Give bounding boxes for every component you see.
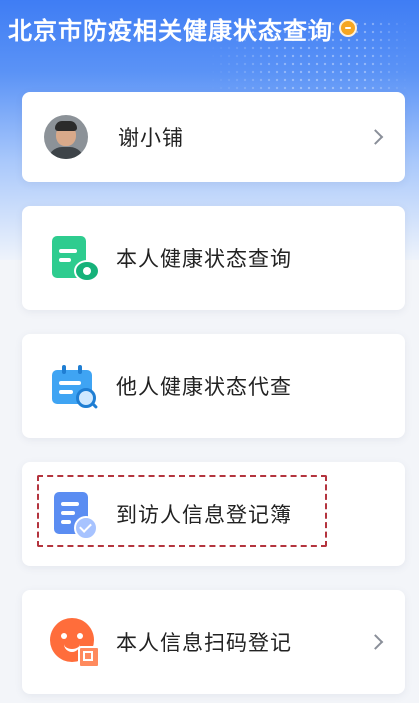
self-health-query-card[interactable]: 本人健康状态查询 [22,206,405,310]
title-bar: 北京市防疫相关健康状态查询 [8,10,411,46]
self-health-query-label: 本人健康状态查询 [116,247,292,271]
scan-register-label: 本人信息扫码登记 [116,631,292,655]
highlight-box [37,475,327,547]
proxy-health-query-label: 他人健康状态代查 [116,375,292,399]
proxy-health-query-card[interactable]: 他人健康状态代查 [22,334,405,438]
user-name: 谢小铺 [118,126,184,150]
user-profile-card[interactable]: 谢小铺 [22,92,405,182]
scan-register-card[interactable]: 本人信息扫码登记 [22,590,405,694]
chevron-right-icon [367,129,384,145]
chevron-right-icon [367,634,384,650]
info-icon[interactable] [339,19,357,37]
scan-code-icon [50,618,100,668]
health-document-icon [50,234,100,282]
avatar [44,115,88,159]
page-title: 北京市防疫相关健康状态查询 [8,16,333,45]
calendar-search-icon [50,362,98,410]
